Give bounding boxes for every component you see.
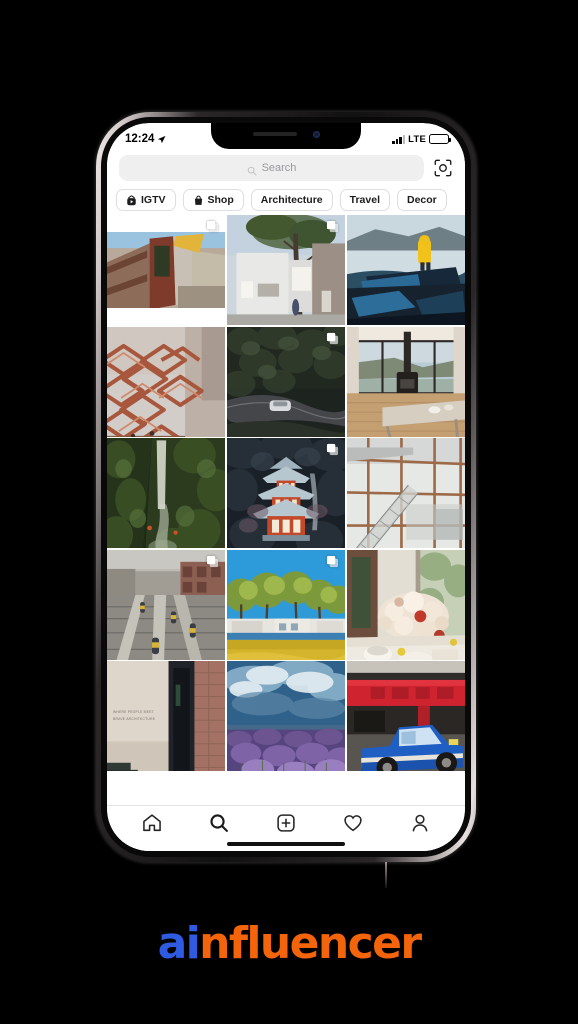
tab-create[interactable]: [273, 813, 299, 839]
status-bar-left: 12:24: [125, 133, 166, 145]
multi-photo-icon: [326, 332, 339, 345]
home-indicator: [227, 842, 345, 846]
chip-label: Shop: [207, 194, 234, 206]
wall-signage-text: WHERE PEOPLE MEET BRAVE ARCHITECTURE: [113, 710, 156, 721]
grid-tile[interactable]: [346, 438, 465, 548]
grid-tile[interactable]: [226, 549, 346, 660]
profile-icon: [409, 812, 431, 839]
grid-tile[interactable]: [226, 326, 346, 437]
shopping-bag-icon: [193, 195, 204, 206]
cellular-bars-icon: [392, 134, 406, 144]
ainfluencer-logo: ainfluencer: [0, 918, 578, 969]
charging-cable: [385, 862, 387, 888]
grid-tile[interactable]: [346, 215, 465, 325]
front-camera-icon: [312, 130, 320, 138]
chip-travel[interactable]: Travel: [339, 189, 390, 211]
chip-decor[interactable]: Decor: [396, 189, 447, 211]
multi-photo-icon: [326, 443, 339, 456]
grid-tile[interactable]: [107, 549, 226, 660]
chip-igtv[interactable]: IGTV: [116, 189, 176, 211]
earpiece-speaker: [252, 132, 297, 136]
grid-tile[interactable]: [346, 549, 465, 660]
multi-photo-icon: [206, 555, 219, 568]
tab-profile[interactable]: [407, 813, 433, 839]
battery-icon: [429, 134, 451, 144]
scan-code-icon[interactable]: [433, 158, 453, 178]
igtv-icon: [126, 194, 137, 206]
chip-label: Decor: [406, 194, 437, 206]
tab-activity[interactable]: [340, 813, 366, 839]
status-bar-time: 12:24: [125, 133, 155, 145]
chip-label: IGTV: [141, 194, 166, 206]
grid-tile[interactable]: [107, 215, 226, 325]
tile-letterbox-bottom: [107, 308, 226, 325]
screenshot-canvas: 12:24 LTE Search IGTV Shop Architecture …: [0, 0, 578, 1024]
heart-icon: [342, 812, 364, 839]
tab-search[interactable]: [206, 813, 232, 839]
add-post-icon: [275, 812, 297, 839]
phone-bezel: 12:24 LTE Search IGTV Shop Architecture …: [107, 123, 465, 851]
grid-tile[interactable]: WHERE PEOPLE MEET BRAVE ARCHITECTURE: [107, 661, 226, 771]
chip-shop[interactable]: Shop: [182, 189, 244, 211]
chip-label: Architecture: [260, 194, 323, 206]
phone-device-frame: 12:24 LTE Search IGTV Shop Architecture …: [96, 112, 476, 862]
location-arrow-icon: [157, 135, 166, 144]
multi-photo-icon: [326, 220, 339, 233]
chip-architecture[interactable]: Architecture: [250, 189, 333, 211]
logo-wordmark: nfluencer: [199, 918, 422, 969]
multi-photo-icon: [326, 555, 339, 568]
grid-tile[interactable]: [226, 438, 346, 548]
grid-tile[interactable]: [346, 326, 465, 437]
grid-tile[interactable]: [107, 326, 226, 437]
phone-screen: 12:24 LTE Search IGTV Shop Architecture …: [107, 123, 465, 851]
grid-tile[interactable]: [107, 438, 226, 548]
grid-tile[interactable]: [226, 661, 346, 771]
chip-label: Travel: [349, 194, 380, 206]
search-placeholder: Search: [261, 162, 297, 174]
category-chip-row[interactable]: IGTV Shop Architecture Travel Decor: [107, 185, 465, 215]
multi-photo-icon: [206, 220, 219, 233]
logo-letter-i: i: [185, 918, 201, 969]
logo-letter-a: a: [157, 918, 188, 969]
search-row: Search: [107, 151, 465, 185]
explore-photo-grid[interactable]: WHERE PEOPLE MEET BRAVE ARCHITECTURE: [107, 215, 465, 805]
search-input[interactable]: Search: [119, 155, 424, 181]
device-notch: [211, 123, 361, 149]
network-label: LTE: [408, 133, 426, 145]
tab-home[interactable]: [139, 813, 165, 839]
status-bar-right: LTE: [392, 133, 451, 145]
grid-tile[interactable]: [226, 215, 346, 325]
search-icon: [208, 812, 230, 839]
grid-tile[interactable]: [346, 661, 465, 771]
home-icon: [141, 812, 163, 839]
search-icon: [247, 163, 257, 176]
